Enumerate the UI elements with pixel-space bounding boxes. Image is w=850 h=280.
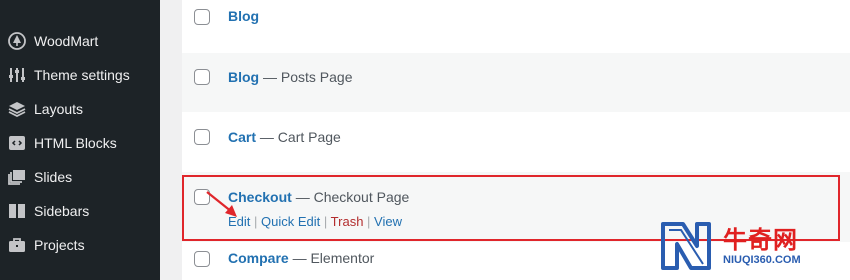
sidebar-item-theme-settings[interactable]: Theme settings bbox=[0, 58, 160, 92]
title-separator: — bbox=[292, 250, 311, 266]
row-checkbox[interactable] bbox=[194, 251, 210, 267]
page-state-label: Elementor bbox=[310, 250, 375, 266]
row-checkbox[interactable] bbox=[194, 69, 210, 85]
tree-icon bbox=[7, 31, 27, 51]
title-separator: — bbox=[259, 129, 278, 145]
sidebar-item-slides[interactable]: Slides bbox=[0, 160, 160, 194]
sliders-icon bbox=[7, 65, 27, 85]
sidebar-item-label: Layouts bbox=[34, 101, 84, 117]
page-title-link[interactable]: Blog bbox=[228, 8, 259, 24]
sidebar-item-html-blocks[interactable]: HTML Blocks bbox=[0, 126, 160, 160]
row-title-line: Blog bbox=[228, 8, 259, 24]
sidebar-item-label: Sidebars bbox=[34, 203, 90, 219]
row-checkbox[interactable] bbox=[194, 129, 210, 145]
sidebar-item-label: Slides bbox=[34, 169, 73, 185]
row-checkbox[interactable] bbox=[194, 9, 210, 25]
row-title-line: Compare — Elementor bbox=[228, 250, 374, 266]
sidebar-item-woodmart[interactable]: WoodMart bbox=[0, 24, 160, 58]
watermark-url-text: NIUQI360.COM bbox=[723, 254, 801, 266]
title-separator: — bbox=[263, 69, 281, 85]
layers-icon bbox=[7, 99, 27, 119]
row-title-line: Blog — Posts Page bbox=[228, 69, 353, 85]
page-title-link[interactable]: Compare bbox=[228, 250, 289, 266]
sidebar-item-projects[interactable]: Projects bbox=[0, 228, 160, 262]
briefcase-icon bbox=[7, 235, 27, 255]
code-block-icon bbox=[7, 133, 27, 153]
table-row: Blog — Posts Page bbox=[182, 53, 850, 112]
watermark-cn-text: 牛奇网 bbox=[723, 227, 798, 254]
slides-icon bbox=[7, 167, 27, 187]
row-title-line: Cart — Cart Page bbox=[228, 129, 341, 145]
sidebar-item-sidebars[interactable]: Sidebars bbox=[0, 194, 160, 228]
content-gutter bbox=[160, 0, 182, 280]
sidebar-item-layouts[interactable]: Layouts bbox=[0, 92, 160, 126]
page-state-label: Posts Page bbox=[280, 69, 353, 85]
watermark-logo: 牛奇网 NIUQI360.COM bbox=[655, 218, 845, 274]
sidebar-columns-icon bbox=[7, 201, 27, 221]
page-state-label: Cart Page bbox=[277, 129, 341, 145]
table-row: Cart — Cart Page bbox=[182, 112, 850, 172]
sidebar-item-label: Projects bbox=[34, 237, 85, 253]
pointer-arrow-icon bbox=[206, 191, 237, 217]
admin-sidebar: WoodMart Theme settings Layouts HTML Blo… bbox=[0, 0, 160, 280]
sidebar-item-label: HTML Blocks bbox=[34, 135, 117, 151]
table-row: Blog bbox=[182, 0, 850, 53]
page-title-link[interactable]: Blog bbox=[228, 69, 259, 85]
sidebar-item-label: WoodMart bbox=[34, 33, 99, 49]
logo-n-mark-icon bbox=[661, 222, 711, 270]
page-title-link[interactable]: Cart bbox=[228, 129, 256, 145]
sidebar-item-label: Theme settings bbox=[34, 67, 130, 83]
